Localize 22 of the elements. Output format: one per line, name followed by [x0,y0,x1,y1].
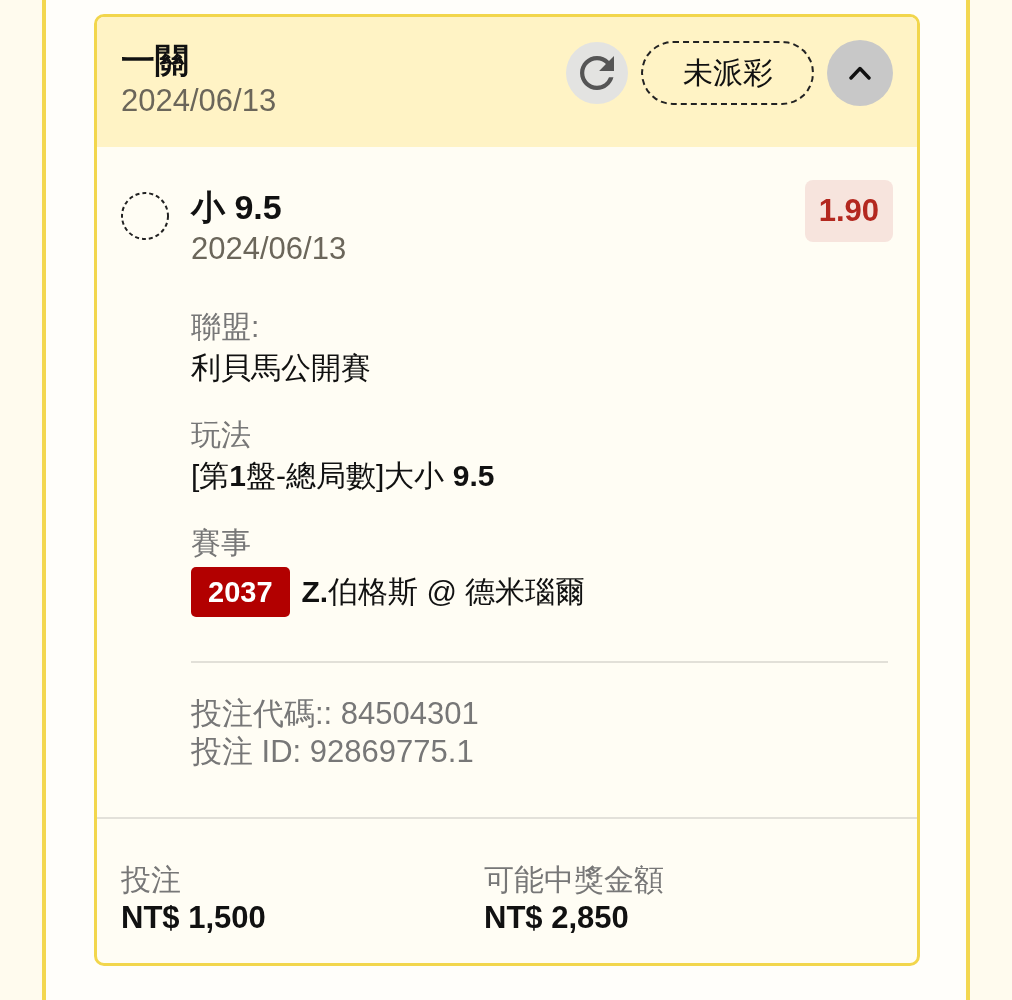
status-label: 未派彩 [641,41,814,105]
detail-label: 玩法 [191,417,252,453]
bet-type-title: 一關 [121,40,190,80]
summary-label: 投注 [121,862,182,898]
event-name: Z.伯格斯 @ 德米瑙爾 [301,574,586,610]
summary-amount: NT$ 1,500 [121,899,267,937]
bet-code-text: 投注 ID: 92869775.1 [191,733,475,771]
event-number: 2037 [191,567,290,617]
bet-code-text: 投注代碼:: 84504301 [191,695,480,733]
selection-date: 2024/06/13 [191,230,348,268]
detail-value: 利貝馬公開賽 [191,350,372,386]
dashed-circle-icon [121,192,169,240]
detail-value: [第1盤-總局數]大小 9.5 [191,458,496,494]
detail-label: 賽事 [191,525,252,561]
summary-amount: NT$ 2,850 [484,899,630,937]
odds-value: 1.90 [804,180,893,242]
refresh-icon [580,56,614,90]
chevron-icon [849,66,871,80]
bet-date: 2024/06/13 [121,82,277,120]
selection-name: 小 9.5 [191,187,283,227]
detail-label: 聯盟: [191,309,261,345]
summary-label: 可能中獎金額 [484,862,665,898]
